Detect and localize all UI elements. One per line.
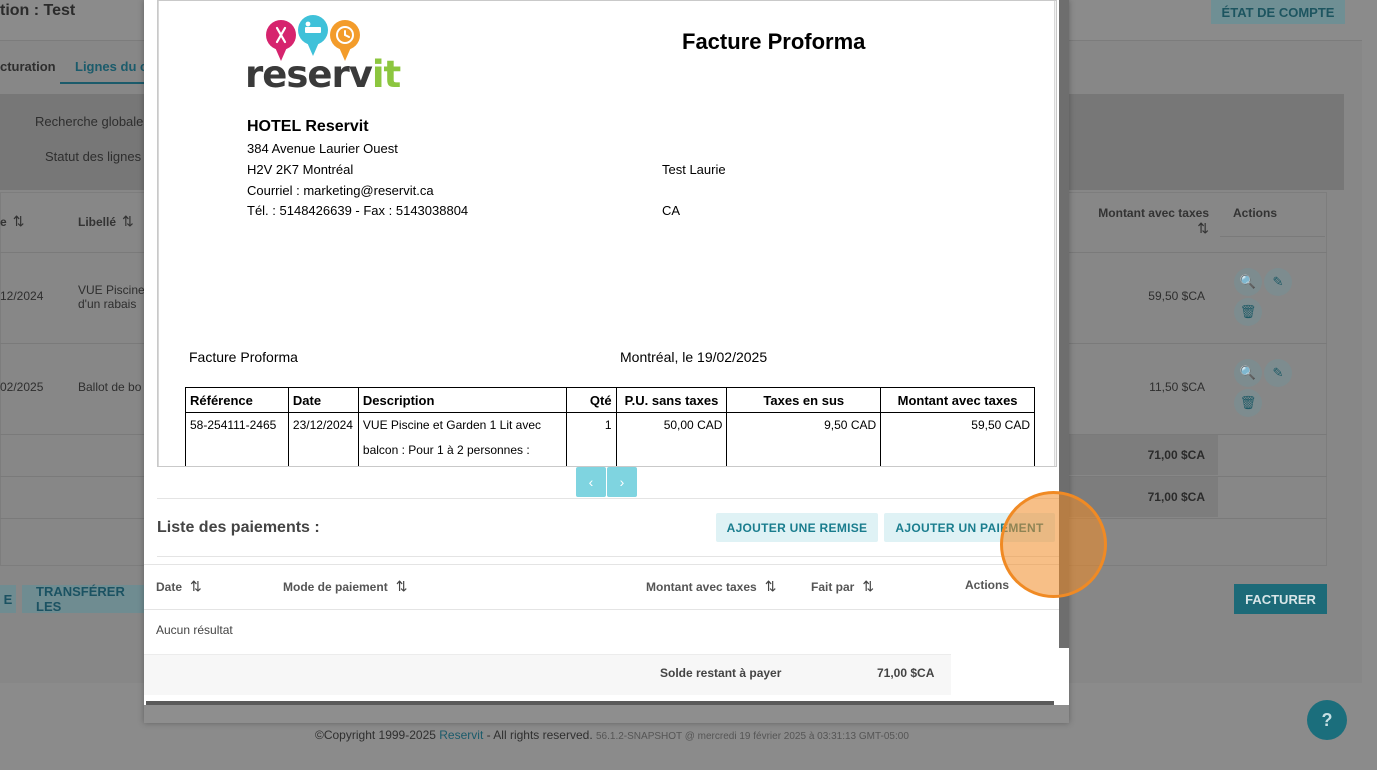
divider bbox=[144, 564, 1059, 565]
pdf-page: reservit Facture Proforma HOTEL Reservit… bbox=[158, 1, 1055, 466]
cell-reference: 58-254111-2465 bbox=[185, 412, 289, 466]
cell-qty: 1 bbox=[565, 412, 617, 466]
hotel-phone: Tél. : 5148426639 - Fax : 5143038804 bbox=[247, 203, 469, 218]
row1-montant: 59,50 $CA bbox=[1148, 289, 1205, 303]
pdf-preview[interactable]: reservit Facture Proforma HOTEL Reservit… bbox=[157, 0, 1057, 467]
cell-date: 23/12/2024 bbox=[287, 412, 359, 466]
trash-icon: 🗑 bbox=[1239, 395, 1257, 410]
reservit-logo: reservit bbox=[245, 13, 401, 99]
row1-view-button[interactable]: 🔍 bbox=[1234, 268, 1262, 296]
row1-libelle-1: VUE Piscine bbox=[78, 283, 145, 297]
th-date[interactable]: e ⇅ bbox=[0, 213, 24, 230]
chevron-left-icon: ‹ bbox=[588, 474, 594, 490]
prev-page-button[interactable]: ‹ bbox=[576, 467, 606, 497]
sort-icon: ⇅ bbox=[395, 578, 408, 594]
col-date: Date bbox=[287, 387, 359, 413]
no-result-text: Aucun résultat bbox=[156, 623, 233, 637]
edit-icon: ✎ bbox=[1272, 365, 1284, 380]
sort-icon: ⇅ bbox=[190, 578, 202, 594]
divider bbox=[1220, 236, 1325, 237]
divider bbox=[144, 609, 1059, 610]
page-title: tion : Test bbox=[0, 2, 76, 19]
sort-icon: ⇅ bbox=[122, 213, 134, 229]
table-row: 58-254111-2465 23/12/2024 VUE Piscine et… bbox=[185, 412, 1035, 466]
row1-delete-button[interactable]: 🗑 bbox=[1234, 298, 1262, 326]
col-total: Montant avec taxes bbox=[880, 387, 1035, 413]
col-qty: Qté bbox=[565, 387, 617, 413]
cell-taxes: 9,50 CAD bbox=[726, 412, 882, 466]
help-button[interactable]: ? bbox=[1307, 700, 1347, 740]
hotel-email: Courriel : marketing@reservit.ca bbox=[247, 183, 434, 198]
total-2: 71,00 $CA bbox=[1147, 490, 1205, 504]
row2-libelle-1: Ballot de bo bbox=[78, 380, 142, 394]
solde-label: Solde restant à payer bbox=[660, 666, 782, 680]
hotel-name: HOTEL Reservit bbox=[247, 118, 369, 135]
th-montant[interactable]: Montant avec taxes ⇅ bbox=[1091, 206, 1209, 237]
col-taxes: Taxes en sus bbox=[726, 387, 882, 413]
cell-description: VUE Piscine et Garden 1 Lit avec balcon :… bbox=[357, 412, 567, 466]
client-country: CA bbox=[662, 203, 681, 218]
total-1: 71,00 $CA bbox=[1147, 448, 1205, 462]
th-actions: Actions bbox=[1233, 206, 1278, 220]
pay-th-montant[interactable]: Montant avec taxes ⇅ bbox=[646, 578, 776, 595]
invoice-modal: reservit Facture Proforma HOTEL Reservit… bbox=[144, 0, 1069, 723]
row2-edit-button[interactable]: ✎ bbox=[1264, 359, 1292, 387]
next-page-button[interactable]: › bbox=[607, 467, 637, 497]
chevron-right-icon: › bbox=[619, 474, 625, 490]
etat-de-compte-button[interactable]: ÉTAT DE COMPTE bbox=[1211, 0, 1345, 24]
sort-icon: ⇅ bbox=[764, 578, 777, 594]
payments-title: Liste des paiements : bbox=[157, 519, 320, 536]
pay-th-actions: Actions bbox=[965, 578, 1010, 592]
pay-th-date[interactable]: Date ⇅ bbox=[156, 578, 202, 595]
client-name: Test Laurie bbox=[662, 162, 726, 177]
solde-row bbox=[144, 654, 951, 695]
click-indicator bbox=[1000, 491, 1107, 598]
transferer-button[interactable]: TRANSFÉRER LES bbox=[22, 584, 144, 614]
invoice-items-table: Référence Date Description Qté P.U. sans… bbox=[185, 387, 1035, 466]
th-libelle[interactable]: Libellé ⇅ bbox=[78, 213, 134, 230]
zoom-icon: 🔍 bbox=[1239, 274, 1257, 289]
invoice-title: Facture Proforma bbox=[682, 29, 866, 54]
sort-icon: ⇅ bbox=[862, 578, 875, 594]
pay-th-mode[interactable]: Mode de paiement ⇅ bbox=[283, 578, 407, 595]
search-global-label: Recherche globale bbox=[35, 114, 144, 129]
col-reference: Référence bbox=[185, 387, 289, 413]
row2-delete-button[interactable]: 🗑 bbox=[1234, 389, 1262, 417]
col-pu: P.U. sans taxes bbox=[615, 387, 728, 413]
cell-total: 59,50 CAD bbox=[880, 412, 1035, 466]
divider bbox=[157, 498, 1059, 499]
solde-value: 71,00 $CA bbox=[877, 666, 935, 680]
row2-date: 02/2025 bbox=[0, 380, 44, 394]
version-info: 56.1.2-SNAPSHOT @ mercredi 19 février 20… bbox=[596, 731, 909, 742]
row2-montant: 11,50 $CA bbox=[1149, 380, 1205, 394]
row1-date: 12/2024 bbox=[0, 289, 44, 303]
row2-view-button[interactable]: 🔍 bbox=[1234, 359, 1262, 387]
logo-wordmark: reservit bbox=[245, 53, 401, 96]
active-tab-indicator bbox=[60, 82, 150, 84]
left-action-button[interactable]: E bbox=[0, 585, 16, 613]
sort-icon: ⇅ bbox=[12, 213, 25, 229]
footer-brand-link[interactable]: Reservit bbox=[439, 728, 483, 742]
sort-icon: ⇅ bbox=[1197, 220, 1209, 236]
cell-pu: 50,00 CAD bbox=[615, 412, 728, 466]
hotel-address: 384 Avenue Laurier Ouest bbox=[247, 141, 398, 156]
doc-label: Facture Proforma bbox=[189, 349, 298, 365]
tab-facturation[interactable]: cturation bbox=[0, 59, 56, 74]
pdf-pager: ‹ › bbox=[576, 467, 638, 497]
footer: ©Copyright 1999-2025 Reservit - All righ… bbox=[315, 728, 909, 742]
add-discount-button[interactable]: AJOUTER UNE REMISE bbox=[716, 513, 878, 542]
edit-icon: ✎ bbox=[1272, 274, 1284, 289]
zoom-icon: 🔍 bbox=[1239, 365, 1257, 380]
facturer-button[interactable]: FACTURER bbox=[1234, 584, 1327, 614]
row1-libelle-2: d'un rabais bbox=[78, 297, 137, 311]
pay-th-fait-par[interactable]: Fait par ⇅ bbox=[811, 578, 874, 595]
divider bbox=[157, 556, 1059, 557]
trash-icon: 🗑 bbox=[1239, 304, 1257, 319]
modal-footer-shade bbox=[144, 705, 1069, 723]
status-filter-label: Statut des lignes bbox=[45, 149, 142, 164]
doc-date: Montréal, le 19/02/2025 bbox=[620, 349, 768, 365]
col-description: Description bbox=[357, 387, 567, 413]
row1-edit-button[interactable]: ✎ bbox=[1264, 268, 1292, 296]
hotel-city: H2V 2K7 Montréal bbox=[247, 162, 354, 177]
